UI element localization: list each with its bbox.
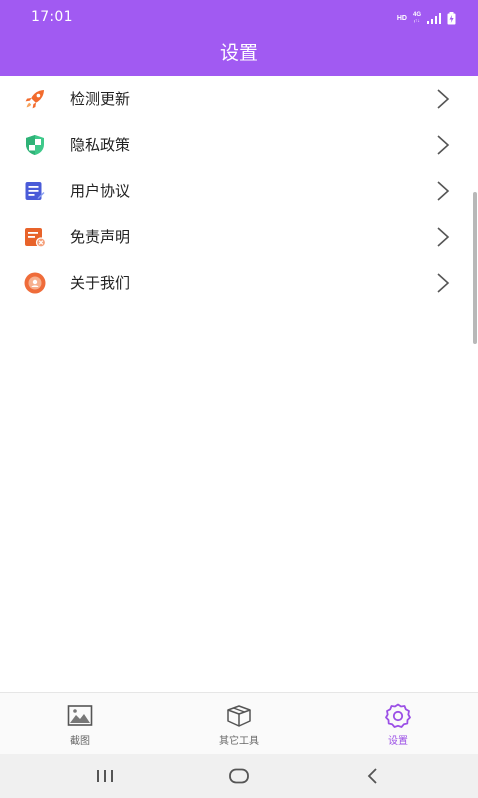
settings-screen: 17:01 HD 4G ᵢ↑↓ 设置 检测更新 隐私政策 用户协议 免责声明 关…	[0, 0, 478, 798]
menu-item-check-update[interactable]: 检测更新	[0, 76, 478, 122]
network-type-indicator: 4G ᵢ↑↓	[413, 12, 421, 24]
gear-icon	[385, 703, 411, 728]
system-navigation-bar	[0, 754, 478, 798]
chevron-right-icon	[437, 227, 450, 247]
settings-menu: 检测更新 隐私政策 用户协议 免责声明 关于我们	[0, 76, 478, 306]
tab-other-tools[interactable]: 其它工具	[179, 693, 299, 755]
status-time: 17:01	[31, 9, 73, 25]
shield-icon	[26, 135, 44, 155]
scrollbar-thumb[interactable]	[473, 192, 477, 344]
tab-label: 设置	[388, 736, 408, 747]
bottom-tab-bar: 截图 其它工具 设置	[0, 692, 478, 754]
menu-item-user-agreement[interactable]: 用户协议	[0, 168, 478, 214]
menu-item-label: 隐私政策	[70, 136, 131, 154]
menu-item-disclaimer[interactable]: 免责声明	[0, 214, 478, 260]
image-icon	[67, 705, 93, 726]
menu-item-label: 免责声明	[70, 228, 131, 246]
tab-settings[interactable]: 设置	[338, 693, 458, 755]
menu-item-label: 用户协议	[70, 182, 131, 200]
chevron-right-icon	[437, 181, 450, 201]
about-icon	[24, 272, 46, 294]
disclaimer-icon	[25, 228, 47, 248]
back-icon[interactable]	[359, 762, 387, 790]
signal-icon	[427, 12, 441, 24]
status-icons: HD 4G ᵢ↑↓	[397, 10, 456, 26]
app-header: 17:01 HD 4G ᵢ↑↓ 设置	[0, 0, 478, 76]
menu-item-about-us[interactable]: 关于我们	[0, 260, 478, 306]
page-title: 设置	[219, 42, 258, 64]
chevron-right-icon	[437, 89, 450, 109]
recent-apps-icon[interactable]	[91, 762, 119, 790]
menu-item-label: 关于我们	[70, 274, 131, 292]
tab-screenshot[interactable]: 截图	[20, 693, 140, 755]
tab-label: 其它工具	[219, 736, 259, 747]
home-icon[interactable]	[225, 762, 253, 790]
menu-item-label: 检测更新	[70, 90, 131, 108]
tab-label: 截图	[70, 736, 90, 747]
battery-charging-icon	[447, 11, 456, 24]
hd-indicator: HD	[396, 14, 407, 22]
menu-item-privacy-policy[interactable]: 隐私政策	[0, 122, 478, 168]
chevron-right-icon	[437, 135, 450, 155]
network-activity-label: ᵢ↑↓	[414, 18, 420, 24]
rocket-icon	[25, 90, 44, 109]
chevron-right-icon	[437, 273, 450, 293]
toolbox-icon	[227, 705, 251, 727]
document-icon	[25, 182, 45, 200]
